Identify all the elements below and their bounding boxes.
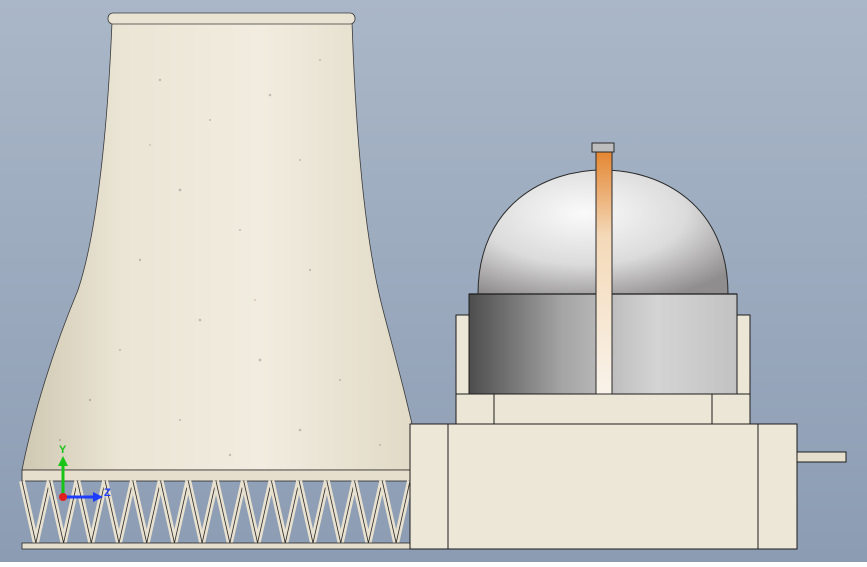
reactor-plinth[interactable] — [455, 393, 751, 425]
x-axis-point — [59, 493, 67, 501]
cooling-tower-base-ring-top — [21, 469, 411, 482]
cooling-tower-base-ring-bottom — [21, 542, 411, 550]
reactor-vent-stack[interactable] — [595, 149, 613, 395]
right-pillar[interactable] — [736, 314, 751, 395]
cooling-tower-rim[interactable] — [107, 12, 356, 25]
z-axis-label: Z — [104, 487, 111, 499]
reactor-base-building[interactable] — [409, 423, 847, 550]
y-axis-label: Y — [59, 444, 67, 456]
left-pillar[interactable] — [455, 314, 470, 395]
reactor-vent-stack-cap[interactable] — [591, 142, 615, 153]
cad-viewport[interactable]: Y Z — [0, 0, 867, 562]
side-pipe[interactable] — [796, 451, 847, 463]
